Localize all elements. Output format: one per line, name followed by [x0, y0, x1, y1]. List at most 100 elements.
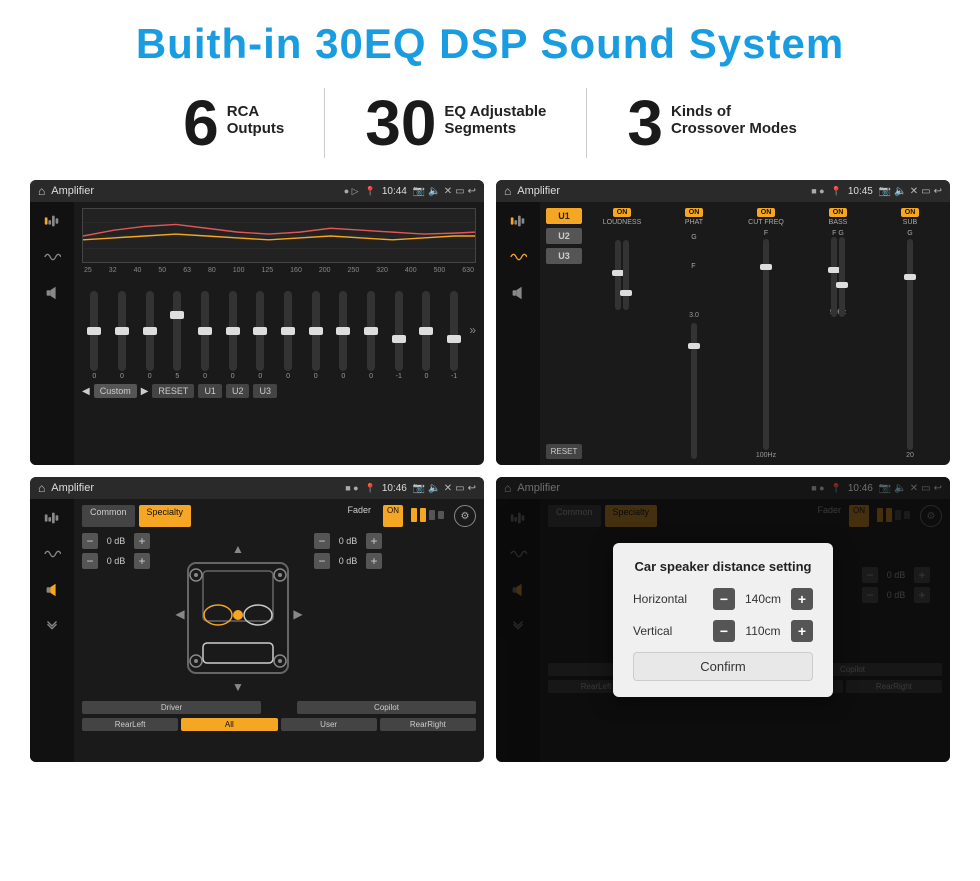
eq-u2-btn[interactable]: U2	[226, 384, 250, 398]
eq-slider-7[interactable]: 0	[276, 291, 301, 380]
spk-tr-val: 0 dB	[334, 536, 362, 546]
amp-ch-cutfreq: ON CUT FREQ F 100Hz	[732, 208, 800, 459]
eq-icon[interactable]	[38, 210, 66, 232]
eq-slider-0[interactable]: 0	[82, 291, 107, 380]
back-icon-xo[interactable]: ↩	[468, 483, 476, 494]
freq-label-14: 630	[462, 267, 474, 274]
eq-slider-11[interactable]: -1	[386, 291, 411, 380]
settings-icon-xo[interactable]: ⚙	[454, 505, 476, 527]
spk-tl-minus[interactable]: −	[82, 533, 98, 549]
cutfreq-val: 100Hz	[756, 452, 776, 459]
eq-slider-3[interactable]: 5	[165, 291, 190, 380]
btn-user[interactable]: User	[281, 718, 377, 731]
eq-next-btn[interactable]: ▶	[141, 386, 149, 397]
spk-tr-plus[interactable]: +	[366, 533, 382, 549]
xo-bottom-buttons-2: RearLeft All User RearRight	[82, 718, 476, 731]
freq-label-10: 250	[348, 267, 360, 274]
amp-ch-loudness: ON LOUDNESS	[588, 208, 656, 459]
confirm-button[interactable]: Confirm	[633, 652, 813, 681]
home-icon-amp[interactable]: ⌂	[504, 184, 511, 198]
spk-row-tr: − 0 dB +	[314, 533, 394, 549]
eq-reset-btn[interactable]: RESET	[152, 384, 194, 398]
amp-reset-btn[interactable]: RESET	[546, 444, 582, 459]
eq-slider-5[interactable]: 0	[220, 291, 245, 380]
home-icon-xo[interactable]: ⌂	[38, 481, 45, 495]
stat-rca: 6 RCA Outputs	[143, 91, 324, 155]
amp-screen-panel: ⌂ Amplifier ■ ● 📍 10:45 📷 🔈 ✕ ▭ ↩	[496, 180, 950, 465]
vertical-control: − 110cm +	[713, 620, 813, 642]
spk-tr-minus[interactable]: −	[314, 533, 330, 549]
expand-icon-xo[interactable]	[38, 615, 66, 637]
vertical-minus-btn[interactable]: −	[713, 620, 735, 642]
close-icon-eq: ✕	[444, 186, 452, 197]
expand-arrow[interactable]: »	[469, 323, 476, 337]
volume-icon-eq: 🔈	[428, 186, 440, 197]
back-icon-amp[interactable]: ↩	[934, 186, 942, 197]
xo-tab-specialty[interactable]: Specialty	[139, 505, 192, 527]
spk-br-plus[interactable]: +	[366, 553, 382, 569]
phat-val: 3.0	[689, 312, 699, 319]
home-icon[interactable]: ⌂	[38, 184, 45, 198]
btn-rearleft[interactable]: RearLeft	[82, 718, 178, 731]
eq-topbar-time: 10:44	[382, 186, 407, 197]
btn-all[interactable]: All	[181, 718, 277, 731]
freq-label-8: 160	[290, 267, 302, 274]
crossover-topbar: ⌂ Amplifier ■ ● 📍 10:46 📷 🔈 ✕ ▭ ↩	[30, 477, 484, 499]
xo-tab-common[interactable]: Common	[82, 505, 135, 527]
speaker-icon-sidebar[interactable]	[38, 282, 66, 304]
eq-slider-6[interactable]: 0	[248, 291, 273, 380]
spk-tl-plus[interactable]: +	[134, 533, 150, 549]
eq-u1-btn[interactable]: U1	[198, 384, 222, 398]
vertical-plus-btn[interactable]: +	[791, 620, 813, 642]
svg-text:▲: ▲	[232, 542, 244, 556]
eq-prev-btn[interactable]: ◀	[82, 386, 90, 397]
spk-bl-minus[interactable]: −	[82, 553, 98, 569]
xo-main: Common Specialty Fader ON ⚙	[74, 499, 484, 762]
eq-slider-8[interactable]: 0	[303, 291, 328, 380]
xo-tabs: Common Specialty Fader ON ⚙	[82, 505, 476, 527]
wave-icon-xo[interactable]	[38, 543, 66, 565]
cutfreq-on-badge: ON	[757, 208, 776, 217]
wave-icon[interactable]	[38, 246, 66, 268]
spk-row-br: − 0 dB +	[314, 553, 394, 569]
btn-copilot[interactable]: Copilot	[297, 701, 476, 714]
topbar-dots-amp: ■ ●	[811, 186, 824, 196]
eq-slider-13[interactable]: -1	[442, 291, 467, 380]
xo-right-speakers: − 0 dB + − 0 dB +	[314, 533, 394, 569]
freq-label-9: 200	[319, 267, 331, 274]
freq-label-3: 50	[158, 267, 166, 274]
eq-preset-custom[interactable]: Custom	[94, 384, 137, 398]
spk-bl-plus[interactable]: +	[134, 553, 150, 569]
back-icon-eq[interactable]: ↩	[468, 186, 476, 197]
speaker-icon-xo[interactable]	[38, 579, 66, 601]
xo-left-speakers: − 0 dB + − 0 dB +	[82, 533, 162, 569]
eq-icon-amp[interactable]	[504, 210, 532, 232]
freq-label-0: 25	[84, 267, 92, 274]
freq-label-2: 40	[134, 267, 142, 274]
eq-icon-xo[interactable]	[38, 507, 66, 529]
phat-label: PHAT	[685, 219, 703, 226]
amp-u3-btn[interactable]: U3	[546, 248, 582, 264]
eq-slider-2[interactable]: 0	[137, 291, 162, 380]
wave-icon-amp[interactable]	[504, 246, 532, 268]
spk-br-minus[interactable]: −	[314, 553, 330, 569]
amp-u1-btn[interactable]: U1	[546, 208, 582, 224]
xo-body: − 0 dB + − 0 dB +	[82, 533, 476, 693]
dialog-title: Car speaker distance setting	[633, 559, 813, 574]
amp-sidebar	[496, 202, 540, 465]
eq-slider-1[interactable]: 0	[110, 291, 135, 380]
fader-sliders[interactable]	[411, 505, 444, 525]
horizontal-plus-btn[interactable]: +	[791, 588, 813, 610]
amp-topbar-title: Amplifier	[517, 185, 805, 197]
horizontal-minus-btn[interactable]: −	[713, 588, 735, 610]
speaker-icon-amp[interactable]	[504, 282, 532, 304]
eq-slider-12[interactable]: 0	[414, 291, 439, 380]
amp-u2-btn[interactable]: U2	[546, 228, 582, 244]
btn-rearright[interactable]: RearRight	[380, 718, 476, 731]
dialog-screen-panel: ⌂ Amplifier ■ ● 📍 10:46 📷 🔈 ✕ ▭ ↩	[496, 477, 950, 762]
btn-driver[interactable]: Driver	[82, 701, 261, 714]
eq-slider-4[interactable]: 0	[193, 291, 218, 380]
eq-slider-9[interactable]: 0	[331, 291, 356, 380]
eq-u3-btn[interactable]: U3	[253, 384, 277, 398]
eq-slider-10[interactable]: 0	[359, 291, 384, 380]
